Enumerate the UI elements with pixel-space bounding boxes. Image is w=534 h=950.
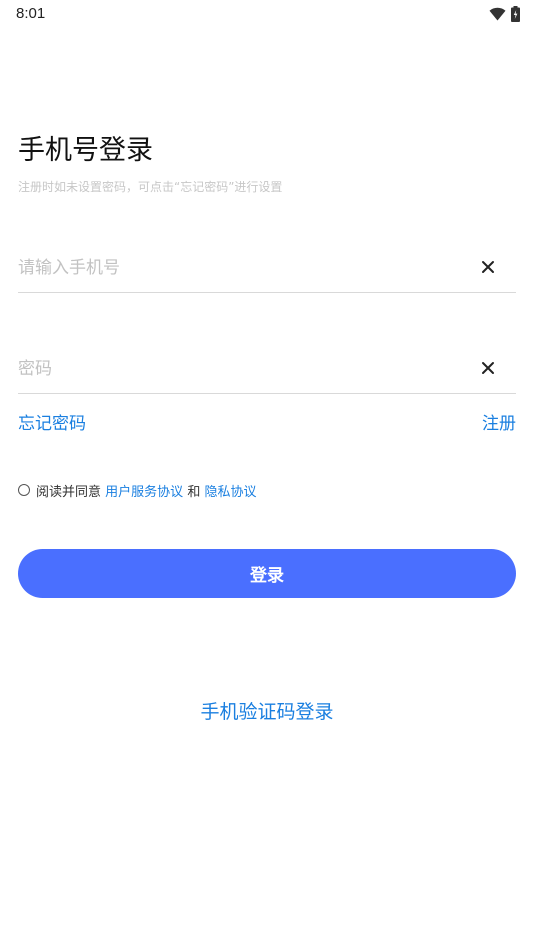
- battery-icon: [511, 6, 520, 22]
- login-button[interactable]: 登录: [18, 549, 516, 598]
- agreement-radio[interactable]: [18, 484, 30, 496]
- password-field-container: [18, 349, 516, 394]
- password-input[interactable]: [18, 349, 458, 389]
- register-link[interactable]: 注册: [482, 412, 516, 436]
- clear-password-icon[interactable]: [480, 360, 496, 376]
- status-time: 8:01: [16, 5, 46, 22]
- forgot-password-link[interactable]: 忘记密码: [18, 412, 86, 436]
- phone-field-container: [18, 248, 516, 293]
- privacy-agreement-link[interactable]: 隐私协议: [204, 481, 256, 500]
- phone-input[interactable]: [18, 248, 458, 288]
- user-agreement-link[interactable]: 用户服务协议: [105, 481, 183, 500]
- clear-phone-icon[interactable]: [480, 259, 496, 275]
- agreement-row: 阅读并同意 用户服务协议 和 隐私协议: [18, 480, 256, 500]
- agreement-prefix: 阅读并同意: [36, 484, 102, 500]
- sms-login-link[interactable]: 手机验证码登录: [0, 699, 534, 725]
- agreement-and: 和: [187, 484, 201, 500]
- status-icons: [489, 5, 520, 23]
- page-hint: 注册时如未设置密码，可点击“忘记密码”进行设置: [18, 180, 283, 194]
- status-bar: 8:01: [0, 0, 534, 28]
- page-title: 手机号登录: [18, 135, 153, 166]
- wifi-icon: [489, 7, 506, 21]
